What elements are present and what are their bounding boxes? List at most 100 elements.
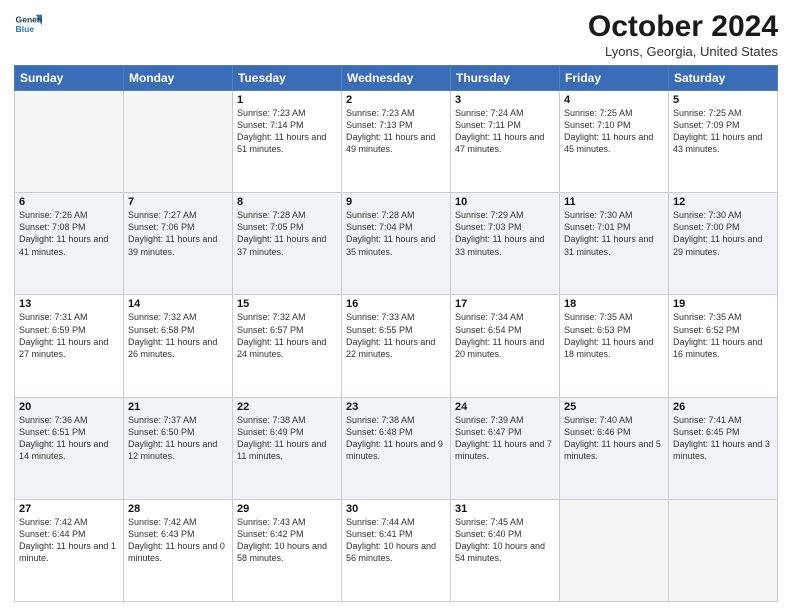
day-number: 8 [237, 196, 337, 208]
calendar-cell: 30Sunrise: 7:44 AMSunset: 6:41 PMDayligh… [342, 499, 451, 601]
day-number: 3 [455, 94, 555, 106]
calendar-cell: 10Sunrise: 7:29 AMSunset: 7:03 PMDayligh… [451, 193, 560, 295]
day-number: 18 [564, 298, 664, 310]
week-row-2: 6Sunrise: 7:26 AMSunset: 7:08 PMDaylight… [15, 193, 778, 295]
calendar-cell: 25Sunrise: 7:40 AMSunset: 6:46 PMDayligh… [560, 397, 669, 499]
day-number: 26 [673, 401, 773, 413]
day-info: Sunrise: 7:37 AMSunset: 6:50 PMDaylight:… [128, 414, 228, 463]
calendar-cell: 27Sunrise: 7:42 AMSunset: 6:44 PMDayligh… [15, 499, 124, 601]
day-number: 31 [455, 503, 555, 515]
calendar-cell: 17Sunrise: 7:34 AMSunset: 6:54 PMDayligh… [451, 295, 560, 397]
day-info: Sunrise: 7:23 AMSunset: 7:13 PMDaylight:… [346, 107, 446, 156]
calendar-cell: 3Sunrise: 7:24 AMSunset: 7:11 PMDaylight… [451, 91, 560, 193]
day-info: Sunrise: 7:30 AMSunset: 7:00 PMDaylight:… [673, 209, 773, 258]
day-number: 19 [673, 298, 773, 310]
subtitle: Lyons, Georgia, United States [588, 44, 778, 59]
calendar-cell: 2Sunrise: 7:23 AMSunset: 7:13 PMDaylight… [342, 91, 451, 193]
day-info: Sunrise: 7:25 AMSunset: 7:09 PMDaylight:… [673, 107, 773, 156]
col-header-monday: Monday [124, 66, 233, 91]
day-info: Sunrise: 7:24 AMSunset: 7:11 PMDaylight:… [455, 107, 555, 156]
calendar-cell [560, 499, 669, 601]
day-number: 7 [128, 196, 228, 208]
day-number: 12 [673, 196, 773, 208]
day-info: Sunrise: 7:44 AMSunset: 6:41 PMDaylight:… [346, 516, 446, 565]
calendar-cell: 12Sunrise: 7:30 AMSunset: 7:00 PMDayligh… [669, 193, 778, 295]
day-number: 24 [455, 401, 555, 413]
day-info: Sunrise: 7:42 AMSunset: 6:43 PMDaylight:… [128, 516, 228, 565]
calendar-cell: 4Sunrise: 7:25 AMSunset: 7:10 PMDaylight… [560, 91, 669, 193]
calendar-cell [124, 91, 233, 193]
day-info: Sunrise: 7:35 AMSunset: 6:52 PMDaylight:… [673, 311, 773, 360]
svg-text:Blue: Blue [16, 24, 35, 34]
day-info: Sunrise: 7:33 AMSunset: 6:55 PMDaylight:… [346, 311, 446, 360]
calendar-cell: 11Sunrise: 7:30 AMSunset: 7:01 PMDayligh… [560, 193, 669, 295]
day-number: 30 [346, 503, 446, 515]
calendar-cell: 8Sunrise: 7:28 AMSunset: 7:05 PMDaylight… [233, 193, 342, 295]
day-info: Sunrise: 7:28 AMSunset: 7:04 PMDaylight:… [346, 209, 446, 258]
day-info: Sunrise: 7:43 AMSunset: 6:42 PMDaylight:… [237, 516, 337, 565]
page: General Blue October 2024 Lyons, Georgia… [0, 0, 792, 612]
day-number: 17 [455, 298, 555, 310]
calendar-cell: 15Sunrise: 7:32 AMSunset: 6:57 PMDayligh… [233, 295, 342, 397]
calendar-cell: 18Sunrise: 7:35 AMSunset: 6:53 PMDayligh… [560, 295, 669, 397]
calendar-cell: 16Sunrise: 7:33 AMSunset: 6:55 PMDayligh… [342, 295, 451, 397]
col-header-wednesday: Wednesday [342, 66, 451, 91]
week-row-1: 1Sunrise: 7:23 AMSunset: 7:14 PMDaylight… [15, 91, 778, 193]
calendar-cell: 14Sunrise: 7:32 AMSunset: 6:58 PMDayligh… [124, 295, 233, 397]
week-row-5: 27Sunrise: 7:42 AMSunset: 6:44 PMDayligh… [15, 499, 778, 601]
calendar-cell: 28Sunrise: 7:42 AMSunset: 6:43 PMDayligh… [124, 499, 233, 601]
day-info: Sunrise: 7:32 AMSunset: 6:57 PMDaylight:… [237, 311, 337, 360]
calendar-cell: 23Sunrise: 7:38 AMSunset: 6:48 PMDayligh… [342, 397, 451, 499]
header: General Blue October 2024 Lyons, Georgia… [14, 10, 778, 59]
col-header-friday: Friday [560, 66, 669, 91]
day-info: Sunrise: 7:30 AMSunset: 7:01 PMDaylight:… [564, 209, 664, 258]
calendar-cell: 6Sunrise: 7:26 AMSunset: 7:08 PMDaylight… [15, 193, 124, 295]
day-number: 21 [128, 401, 228, 413]
calendar-cell: 19Sunrise: 7:35 AMSunset: 6:52 PMDayligh… [669, 295, 778, 397]
logo-icon: General Blue [14, 10, 42, 38]
day-number: 28 [128, 503, 228, 515]
day-number: 4 [564, 94, 664, 106]
day-info: Sunrise: 7:23 AMSunset: 7:14 PMDaylight:… [237, 107, 337, 156]
col-header-sunday: Sunday [15, 66, 124, 91]
calendar-cell: 22Sunrise: 7:38 AMSunset: 6:49 PMDayligh… [233, 397, 342, 499]
day-number: 10 [455, 196, 555, 208]
calendar-cell: 5Sunrise: 7:25 AMSunset: 7:09 PMDaylight… [669, 91, 778, 193]
calendar-cell: 13Sunrise: 7:31 AMSunset: 6:59 PMDayligh… [15, 295, 124, 397]
day-info: Sunrise: 7:40 AMSunset: 6:46 PMDaylight:… [564, 414, 664, 463]
day-number: 16 [346, 298, 446, 310]
day-info: Sunrise: 7:42 AMSunset: 6:44 PMDaylight:… [19, 516, 119, 565]
header-row: SundayMondayTuesdayWednesdayThursdayFrid… [15, 66, 778, 91]
day-number: 29 [237, 503, 337, 515]
day-number: 27 [19, 503, 119, 515]
day-number: 11 [564, 196, 664, 208]
day-number: 22 [237, 401, 337, 413]
calendar-cell: 7Sunrise: 7:27 AMSunset: 7:06 PMDaylight… [124, 193, 233, 295]
day-number: 6 [19, 196, 119, 208]
day-info: Sunrise: 7:25 AMSunset: 7:10 PMDaylight:… [564, 107, 664, 156]
main-title: October 2024 [588, 10, 778, 44]
day-info: Sunrise: 7:35 AMSunset: 6:53 PMDaylight:… [564, 311, 664, 360]
day-info: Sunrise: 7:39 AMSunset: 6:47 PMDaylight:… [455, 414, 555, 463]
calendar-cell: 21Sunrise: 7:37 AMSunset: 6:50 PMDayligh… [124, 397, 233, 499]
calendar-cell: 1Sunrise: 7:23 AMSunset: 7:14 PMDaylight… [233, 91, 342, 193]
calendar-cell: 20Sunrise: 7:36 AMSunset: 6:51 PMDayligh… [15, 397, 124, 499]
calendar-cell: 24Sunrise: 7:39 AMSunset: 6:47 PMDayligh… [451, 397, 560, 499]
day-info: Sunrise: 7:38 AMSunset: 6:48 PMDaylight:… [346, 414, 446, 463]
day-number: 14 [128, 298, 228, 310]
calendar-cell [15, 91, 124, 193]
calendar-cell: 31Sunrise: 7:45 AMSunset: 6:40 PMDayligh… [451, 499, 560, 601]
day-number: 23 [346, 401, 446, 413]
day-number: 15 [237, 298, 337, 310]
calendar-cell: 29Sunrise: 7:43 AMSunset: 6:42 PMDayligh… [233, 499, 342, 601]
calendar-cell [669, 499, 778, 601]
col-header-thursday: Thursday [451, 66, 560, 91]
day-info: Sunrise: 7:27 AMSunset: 7:06 PMDaylight:… [128, 209, 228, 258]
day-info: Sunrise: 7:41 AMSunset: 6:45 PMDaylight:… [673, 414, 773, 463]
day-info: Sunrise: 7:34 AMSunset: 6:54 PMDaylight:… [455, 311, 555, 360]
day-info: Sunrise: 7:32 AMSunset: 6:58 PMDaylight:… [128, 311, 228, 360]
day-info: Sunrise: 7:36 AMSunset: 6:51 PMDaylight:… [19, 414, 119, 463]
day-info: Sunrise: 7:28 AMSunset: 7:05 PMDaylight:… [237, 209, 337, 258]
col-header-saturday: Saturday [669, 66, 778, 91]
day-number: 9 [346, 196, 446, 208]
